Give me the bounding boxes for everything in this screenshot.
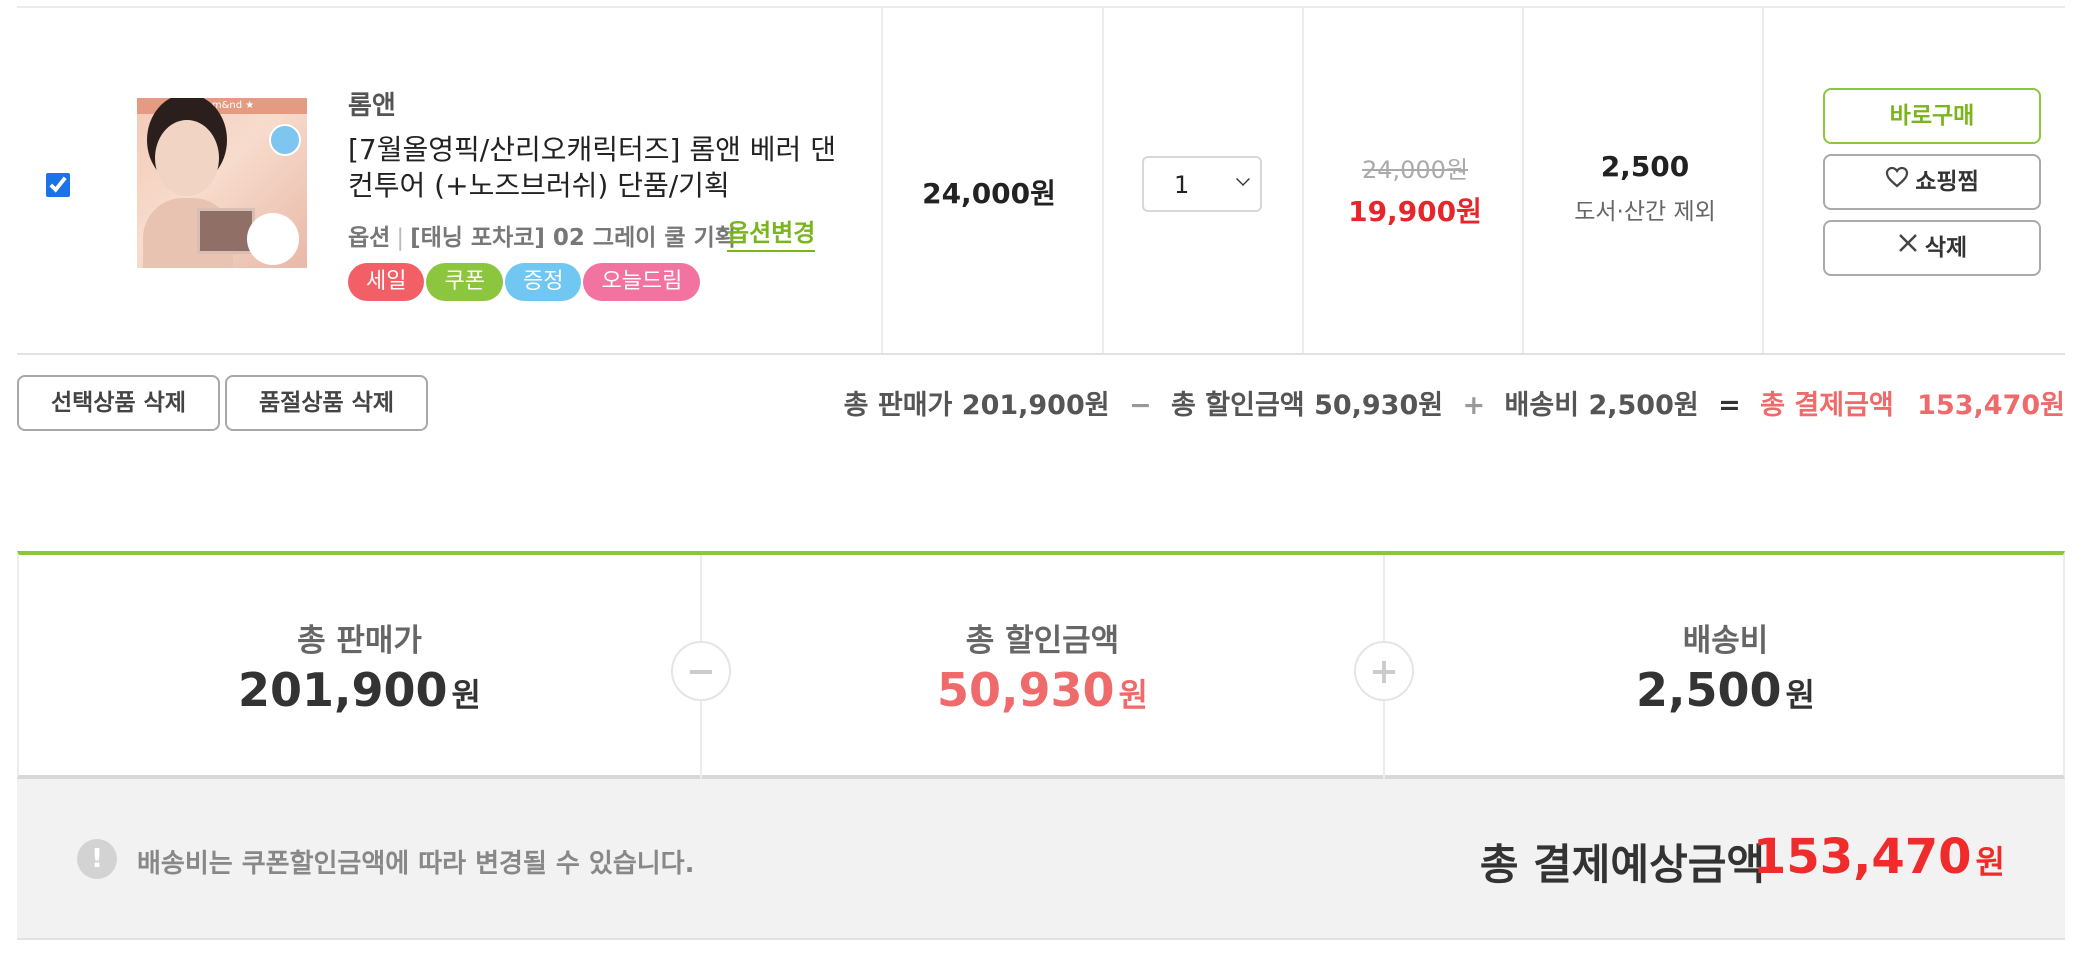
summary-total-discount: 총 할인금액 50,930 원	[702, 555, 1383, 779]
final-payment-label: 총 결제예상금액	[1479, 840, 1765, 889]
tag-sale: 세일	[348, 263, 425, 301]
calc-shipping-label: 배송비	[1504, 390, 1580, 421]
minus-icon: −	[1129, 390, 1152, 421]
summary-total-sale: 총 판매가 201,900 원	[19, 555, 700, 779]
summary-sale-unit: 원	[451, 676, 481, 714]
unit-price: 24,000원	[922, 177, 1056, 210]
thumbnail-model	[155, 120, 219, 196]
calc-shipping: 2,500원	[1588, 390, 1699, 421]
thumbnail-badge	[269, 124, 301, 156]
calc-total-sale-label: 총 판매가	[843, 390, 953, 421]
shipping-fee: 2,500	[1600, 150, 1690, 183]
final-payment-unit: 원	[1975, 843, 2005, 881]
product-name[interactable]: [7월올영픽/산리오캐릭터즈] 롬앤 베러 댄 컨투어 (+노즈브러쉬) 단품/…	[348, 132, 848, 204]
cart-item-row: ★ rom&nd ★ 롬앤 [7월올영픽/산리오캐릭터즈] 롬앤 베러 댄 컨투…	[17, 6, 2065, 355]
shipping-notice: 배송비는 쿠폰할인금액에 따라 변경될 수 있습니다.	[137, 849, 695, 879]
original-price: 24,000원	[1361, 156, 1469, 184]
cart-page: ★ rom&nd ★ 롬앤 [7월올영픽/산리오캐릭터즈] 롬앤 베러 댄 컨투…	[0, 0, 2082, 964]
close-icon	[1897, 221, 1919, 273]
summary-discount-unit: 원	[1118, 676, 1148, 714]
buy-now-button[interactable]: 바로구매	[1823, 88, 2041, 144]
tag-today-delivery: 오늘드림	[583, 263, 701, 301]
summary-shipping-label: 배송비	[1682, 623, 1769, 659]
summary-shipping-amount-wrap: 2,500 원	[1385, 663, 2066, 717]
calc-total-discount-label: 총 할인금액	[1171, 390, 1305, 421]
summary-discount-amount-wrap: 50,930 원	[702, 663, 1383, 717]
option-value: [태닝 포차코] 02 그레이 쿨 기획	[410, 225, 736, 251]
thumbnail-brush-circle	[247, 213, 299, 265]
delete-selected-button[interactable]: 선택상품 삭제	[17, 375, 220, 431]
plus-circle-icon	[1354, 641, 1414, 701]
wishlist-label: 쇼핑찜	[1915, 169, 1979, 195]
info-exclamation-icon: !	[77, 839, 117, 879]
summary-shipping-unit: 원	[1785, 676, 1815, 714]
option-label: 옵션	[348, 225, 391, 251]
final-payment-amount: 153,470	[1752, 829, 1972, 885]
summary-footer: ! 배송비는 쿠폰할인금액에 따라 변경될 수 있습니다. 총 결제예상금액 1…	[17, 779, 2065, 940]
delete-soldout-button[interactable]: 품절상품 삭제	[225, 375, 428, 431]
option-separator: |	[396, 225, 405, 251]
thumbnail-palette	[197, 208, 255, 254]
tag-gift: 증정	[504, 263, 582, 301]
plus-icon: +	[1462, 390, 1486, 421]
shipping-note: 도서·산간 제외	[1574, 199, 1716, 225]
minus-circle-icon	[671, 641, 731, 701]
quantity-value: 1	[1174, 171, 1190, 199]
sale-price: 19,900원	[1348, 195, 1482, 228]
summary-sale-label: 총 판매가	[297, 623, 422, 659]
heart-icon	[1885, 155, 1909, 207]
calc-total-payment: 153,470원	[1917, 390, 2065, 421]
product-tags: 세일 쿠폰 증정 오늘드림	[348, 263, 702, 301]
product-option: 옵션 | [태닝 포차코] 02 그레이 쿨 기획	[348, 218, 736, 252]
wishlist-button[interactable]: 쇼핑찜	[1823, 154, 2041, 210]
delete-item-button[interactable]: 삭제	[1823, 220, 2041, 276]
option-change-link[interactable]: 옵션변경	[727, 213, 816, 252]
item-select-checkbox[interactable]	[46, 173, 70, 197]
calc-total-sale: 201,900원	[961, 390, 1110, 421]
buy-now-label: 바로구매	[1889, 103, 1975, 129]
summary-shipping: 배송비 2,500 원	[1385, 555, 2066, 779]
quantity-select[interactable]: 1	[1142, 156, 1262, 212]
thumbnail-banner: ★ rom&nd ★	[137, 98, 307, 114]
chevron-down-icon	[1236, 172, 1250, 186]
equals-icon: =	[1718, 390, 1741, 421]
calc-total-discount: 50,930원	[1314, 390, 1444, 421]
summary-sale-amount-wrap: 201,900 원	[19, 663, 700, 717]
delete-item-label: 삭제	[1924, 235, 1968, 261]
product-thumbnail[interactable]: ★ rom&nd ★	[137, 98, 307, 268]
summary-sale-amount: 201,900	[238, 663, 448, 717]
tag-coupon: 쿠폰	[426, 263, 503, 301]
summary-discount-label: 총 할인금액	[965, 623, 1120, 659]
column-divider	[1102, 8, 1104, 353]
product-brand[interactable]: 롬앤	[348, 85, 396, 122]
summary-discount-amount: 50,930	[937, 663, 1115, 717]
order-summary: 총 판매가 201,900 원 총 할인금액 50,930 원 배송비 2,500 원	[17, 551, 2065, 779]
column-divider	[1302, 8, 1304, 353]
calc-total-payment-label: 총 결제금액	[1760, 390, 1894, 421]
price-calculation: 총 판매가 201,900원 − 총 할인금액 50,930원 + 배송비 2,…	[844, 383, 2065, 422]
summary-shipping-amount: 2,500	[1636, 663, 1782, 717]
final-payment-amount-wrap: 153,470 원	[1753, 829, 2005, 885]
